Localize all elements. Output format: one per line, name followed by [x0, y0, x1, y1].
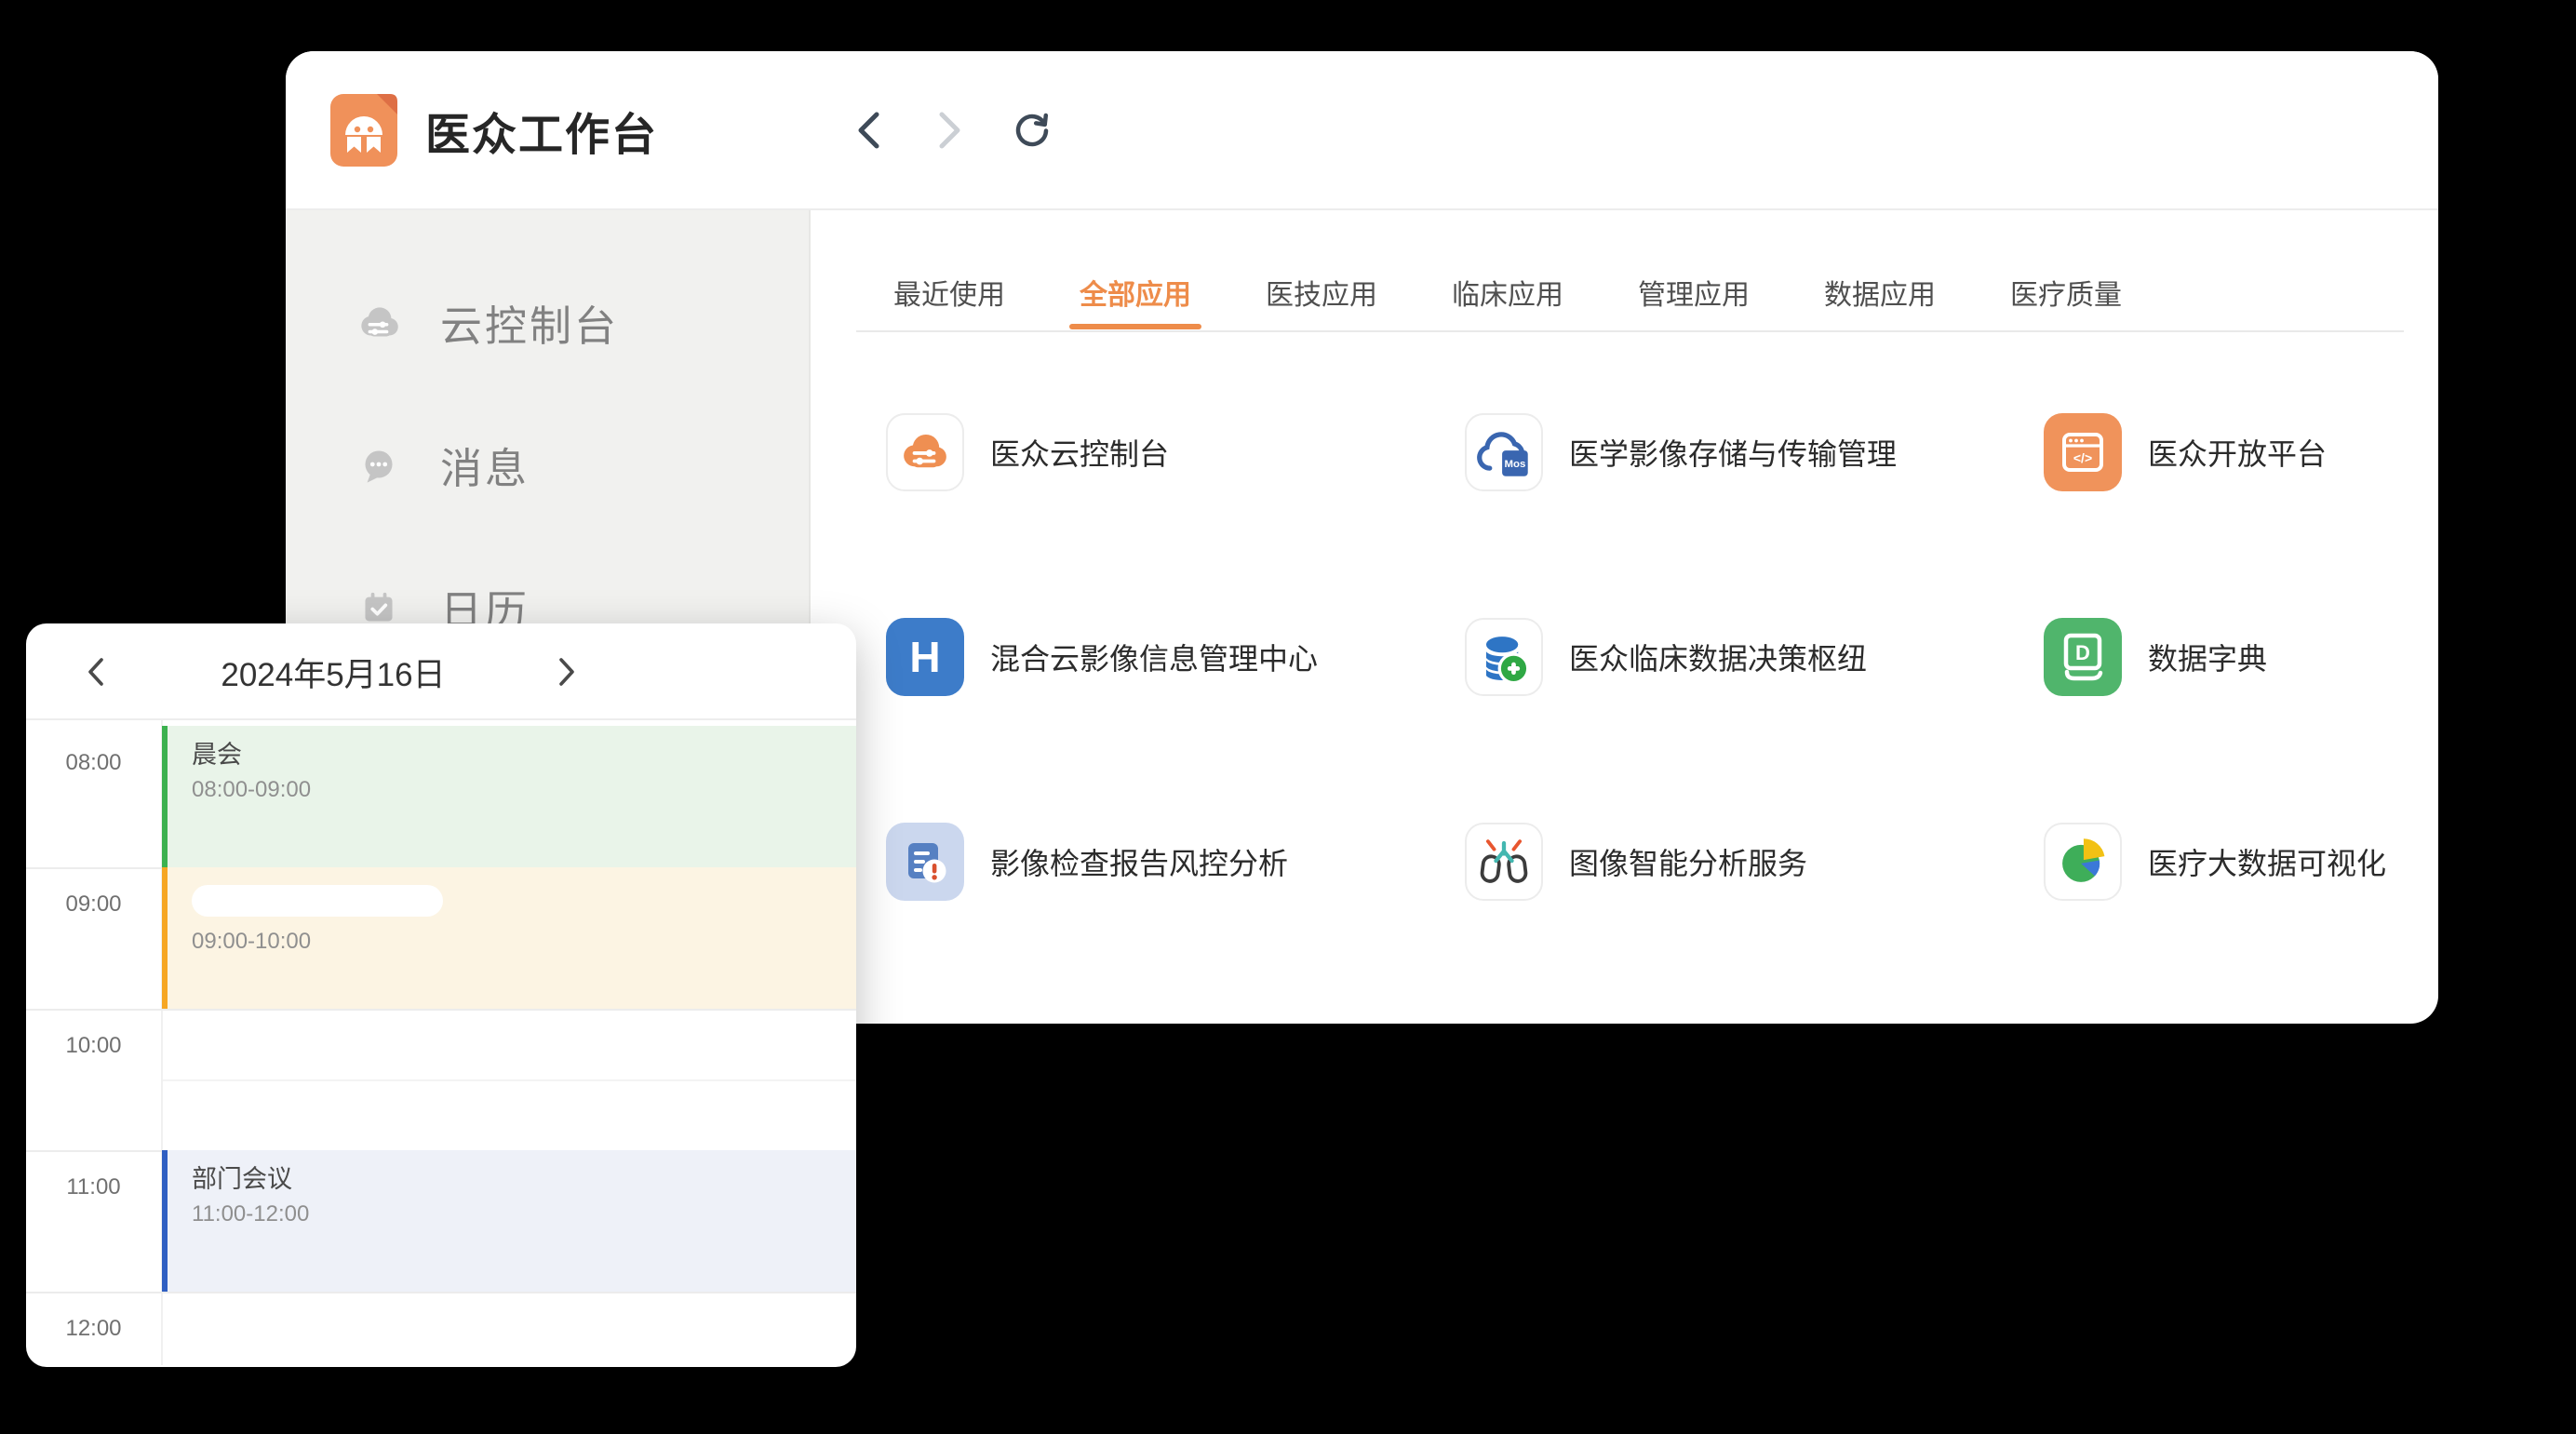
tab-all-apps[interactable]: 全部应用 — [1080, 262, 1191, 322]
cloud-settings-icon — [353, 297, 405, 349]
time-label: 11:00 — [26, 1174, 161, 1200]
tab-bar: 最近使用 全部应用 医技应用 临床应用 管理应用 数据应用 医疗质量 — [811, 262, 2438, 322]
time-label: 08:00 — [26, 750, 161, 776]
lungs-analysis-icon — [1467, 824, 1541, 899]
app-label: 医众开放平台 — [2148, 431, 2327, 474]
blue-cloud-storage-icon: Mos — [1467, 415, 1541, 489]
calendar-event-department-meeting[interactable]: 部门会议 11:00-12:00 — [162, 1150, 856, 1292]
app-clinical-data-hub[interactable]: 医众临床数据决策枢纽 — [1465, 618, 2044, 696]
tab-data[interactable]: 数据应用 — [1824, 262, 1936, 322]
back-button[interactable] — [848, 110, 889, 151]
time-label: 10:00 — [26, 1033, 161, 1059]
calendar-event-morning-meeting[interactable]: 晨会 08:00-09:00 — [162, 726, 856, 867]
orange-code-window-icon: </> — [2044, 413, 2122, 491]
app-image-ai-analysis[interactable]: 图像智能分析服务 — [1465, 823, 2044, 901]
app-label: 医疗大数据可视化 — [2148, 840, 2386, 883]
app-hybrid-cloud-center[interactable]: H 混合云影像信息管理中心 — [886, 618, 1465, 696]
tab-medtech[interactable]: 医技应用 — [1266, 262, 1377, 322]
h-glyph: H — [909, 633, 940, 681]
forward-button[interactable] — [930, 110, 971, 151]
event-time: 11:00-12:00 — [192, 1200, 856, 1228]
calendar-header: 2024年5月16日 — [26, 623, 856, 720]
time-label: 09:00 — [26, 891, 161, 918]
app-label: 医学影像存储与传输管理 — [1569, 431, 1897, 474]
time-label: 12:00 — [26, 1316, 161, 1342]
half-hour-gridline — [163, 1079, 856, 1081]
event-title: 晨会 — [192, 739, 856, 771]
desktop-background: 医众工作台 — [0, 0, 2576, 1434]
app-label: 医众云控制台 — [990, 431, 1169, 474]
app-label: 影像检查报告风控分析 — [990, 840, 1288, 883]
calendar-prev-day-button[interactable] — [82, 653, 110, 690]
nav-group — [848, 110, 1053, 151]
sidebar-item-label: 消息 — [440, 435, 530, 495]
app-logo-icon — [330, 94, 397, 167]
app-data-dictionary[interactable]: D 数据字典 — [2044, 618, 2438, 696]
pie-chart-icon — [2046, 824, 2120, 899]
app-label: 数据字典 — [2148, 636, 2267, 678]
calendar-next-day-button[interactable] — [553, 653, 581, 690]
event-time: 08:00-09:00 — [192, 776, 856, 804]
chevron-right-icon — [936, 110, 964, 151]
refresh-icon — [1012, 108, 1053, 153]
refresh-button[interactable] — [1012, 110, 1053, 151]
report-alert-icon — [886, 823, 964, 901]
code-glyph: </> — [2073, 450, 2092, 465]
app-image-storage[interactable]: Mos 医学影像存储与传输管理 — [1465, 413, 2044, 491]
apps-content: 最近使用 全部应用 医技应用 临床应用 管理应用 数据应用 医疗质量 — [811, 210, 2438, 1022]
tab-management[interactable]: 管理应用 — [1638, 262, 1750, 322]
chevron-left-icon — [854, 110, 882, 151]
tab-recent[interactable]: 最近使用 — [893, 262, 1005, 322]
app-open-platform[interactable]: </> 医众开放平台 — [2044, 413, 2438, 491]
message-bubble-icon — [353, 439, 405, 491]
chevron-left-icon — [86, 656, 106, 688]
calendar-panel: 2024年5月16日 08:00 09:00 10:00 11:00 12:00 — [26, 623, 856, 1367]
event-title: 部门会议 — [192, 1163, 856, 1195]
app-bigdata-visualization[interactable]: 医疗大数据可视化 — [2044, 823, 2438, 901]
app-label: 图像智能分析服务 — [1569, 840, 1807, 883]
database-plus-icon — [1467, 620, 1541, 694]
app-grid: 医众云控制台 Mos 医学影像存储与传输管理 — [811, 322, 2438, 1024]
tab-clinical[interactable]: 临床应用 — [1452, 262, 1563, 322]
calendar-event-redacted[interactable]: 09:00-10:00 — [162, 867, 856, 1009]
app-report-risk-analysis[interactable]: 影像检查报告风控分析 — [886, 823, 1465, 901]
hour-gridline — [26, 1292, 856, 1293]
mos-glyph: Mos — [1504, 459, 1525, 470]
calendar-body: 08:00 09:00 10:00 11:00 12:00 晨会 08:00-0… — [26, 720, 856, 1365]
tab-divider — [856, 330, 2404, 332]
app-label: 医众临床数据决策枢纽 — [1569, 636, 1867, 678]
app-title: 医众工作台 — [425, 98, 658, 163]
tab-quality[interactable]: 医疗质量 — [2010, 262, 2122, 322]
app-cloud-console[interactable]: 医众云控制台 — [886, 413, 1465, 491]
event-title-redacted — [192, 885, 443, 917]
d-glyph: D — [2075, 641, 2090, 664]
calendar-date: 2024年5月16日 — [147, 623, 519, 720]
sidebar-item-cloud-console[interactable]: 云控制台 — [286, 251, 809, 394]
sidebar-item-label: 云控制台 — [440, 292, 619, 353]
sidebar-item-messages[interactable]: 消息 — [286, 394, 809, 536]
green-dictionary-book-icon: D — [2044, 618, 2122, 696]
window-header: 医众工作台 — [286, 51, 2438, 210]
event-time: 09:00-10:00 — [192, 928, 856, 956]
chevron-right-icon — [557, 656, 577, 688]
blue-h-tile-icon: H — [886, 618, 964, 696]
app-label: 混合云影像信息管理中心 — [990, 636, 1318, 678]
hour-gridline — [26, 1009, 856, 1011]
orange-cloud-sliders-icon — [888, 415, 962, 489]
